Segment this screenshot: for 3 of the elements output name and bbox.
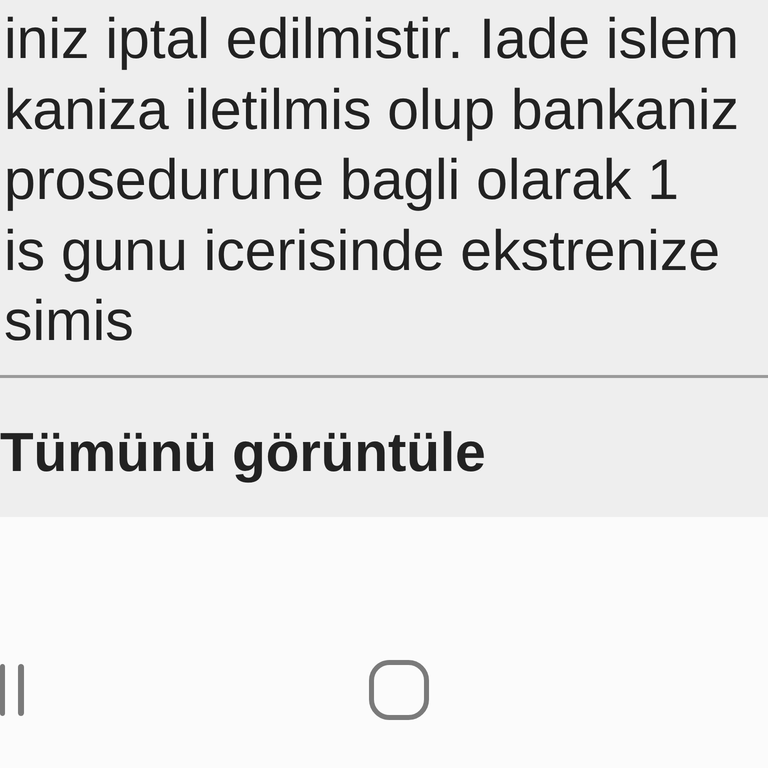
recents-icon[interactable] [0, 664, 26, 716]
message-text: iniz iptal edilmistir. Iade islem kaniza iletilmis olup bankaniz prosedurune bagli olarak 1 is gunu icerisinde ekstrenize simis [3, 6, 740, 355]
home-icon[interactable] [369, 660, 429, 720]
